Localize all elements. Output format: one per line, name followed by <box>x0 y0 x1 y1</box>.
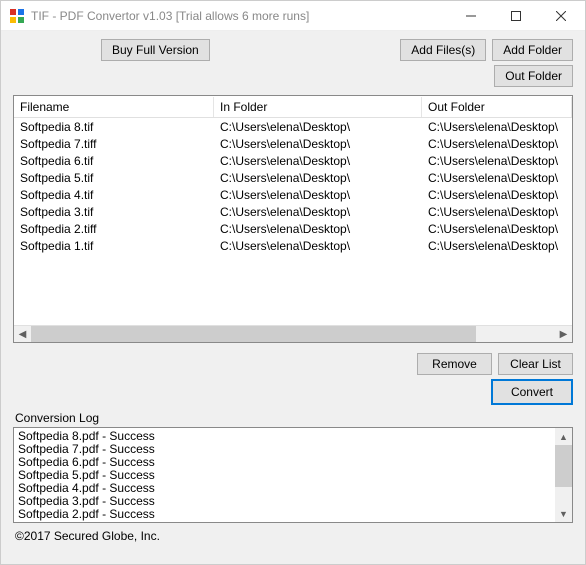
cell-filename: Softpedia 3.tif <box>14 205 214 219</box>
scroll-right-icon[interactable]: ▶ <box>555 326 572 343</box>
cell-out-folder: C:\Users\elena\Desktop\ <box>422 222 572 236</box>
cell-out-folder: C:\Users\elena\Desktop\ <box>422 205 572 219</box>
scroll-up-icon[interactable]: ▲ <box>555 428 572 445</box>
cell-out-folder: C:\Users\elena\Desktop\ <box>422 137 572 151</box>
log-line: Softpedia 2.pdf - Success <box>18 508 551 521</box>
col-filename[interactable]: Filename <box>14 97 214 117</box>
table-row[interactable]: Softpedia 6.tifC:\Users\elena\Desktop\C:… <box>14 152 572 169</box>
table-row[interactable]: Softpedia 4.tifC:\Users\elena\Desktop\C:… <box>14 186 572 203</box>
clear-list-button[interactable]: Clear List <box>498 353 573 375</box>
cell-out-folder: C:\Users\elena\Desktop\ <box>422 171 572 185</box>
cell-in-folder: C:\Users\elena\Desktop\ <box>214 120 422 134</box>
cell-in-folder: C:\Users\elena\Desktop\ <box>214 188 422 202</box>
out-folder-button[interactable]: Out Folder <box>494 65 573 87</box>
cell-in-folder: C:\Users\elena\Desktop\ <box>214 222 422 236</box>
maximize-button[interactable] <box>493 2 538 30</box>
titlebar: TIF - PDF Convertor v1.03 [Trial allows … <box>1 1 585 31</box>
col-in-folder[interactable]: In Folder <box>214 97 422 117</box>
copyright: ©2017 Secured Globe, Inc. <box>13 523 573 545</box>
cell-in-folder: C:\Users\elena\Desktop\ <box>214 171 422 185</box>
conversion-log-label: Conversion Log <box>13 411 573 425</box>
scroll-down-icon[interactable]: ▼ <box>555 505 572 522</box>
cell-out-folder: C:\Users\elena\Desktop\ <box>422 239 572 253</box>
convert-button[interactable]: Convert <box>491 379 573 405</box>
file-table: Filename In Folder Out Folder Softpedia … <box>13 95 573 343</box>
cell-in-folder: C:\Users\elena\Desktop\ <box>214 205 422 219</box>
add-folder-button[interactable]: Add Folder <box>492 39 573 61</box>
conversion-log: Softpedia 8.pdf - SuccessSoftpedia 7.pdf… <box>13 427 573 523</box>
cell-filename: Softpedia 5.tif <box>14 171 214 185</box>
log-content[interactable]: Softpedia 8.pdf - SuccessSoftpedia 7.pdf… <box>14 428 555 522</box>
scroll-thumb[interactable] <box>31 326 476 342</box>
cell-filename: Softpedia 2.tiff <box>14 222 214 236</box>
table-row[interactable]: Softpedia 3.tifC:\Users\elena\Desktop\C:… <box>14 203 572 220</box>
window-title: TIF - PDF Convertor v1.03 [Trial allows … <box>31 9 448 23</box>
cell-filename: Softpedia 4.tif <box>14 188 214 202</box>
minimize-button[interactable] <box>448 2 493 30</box>
add-files-button[interactable]: Add Files(s) <box>400 39 486 61</box>
buy-full-version-button[interactable]: Buy Full Version <box>101 39 210 61</box>
close-button[interactable] <box>538 2 583 30</box>
table-row[interactable]: Softpedia 1.tifC:\Users\elena\Desktop\C:… <box>14 237 572 254</box>
app-icon <box>9 8 25 24</box>
col-out-folder[interactable]: Out Folder <box>422 97 572 117</box>
table-row[interactable]: Softpedia 5.tifC:\Users\elena\Desktop\C:… <box>14 169 572 186</box>
cell-out-folder: C:\Users\elena\Desktop\ <box>422 188 572 202</box>
cell-filename: Softpedia 8.tif <box>14 120 214 134</box>
table-row[interactable]: Softpedia 7.tiffC:\Users\elena\Desktop\C… <box>14 135 572 152</box>
vscroll-thumb[interactable] <box>555 445 572 487</box>
scroll-track[interactable] <box>31 326 555 342</box>
table-header: Filename In Folder Out Folder <box>14 96 572 118</box>
table-row[interactable]: Softpedia 2.tiffC:\Users\elena\Desktop\C… <box>14 220 572 237</box>
cell-out-folder: C:\Users\elena\Desktop\ <box>422 154 572 168</box>
vertical-scrollbar[interactable]: ▲ ▼ <box>555 428 572 522</box>
remove-button[interactable]: Remove <box>417 353 492 375</box>
cell-out-folder: C:\Users\elena\Desktop\ <box>422 120 572 134</box>
cell-filename: Softpedia 6.tif <box>14 154 214 168</box>
scroll-left-icon[interactable]: ◀ <box>14 326 31 343</box>
cell-in-folder: C:\Users\elena\Desktop\ <box>214 154 422 168</box>
cell-in-folder: C:\Users\elena\Desktop\ <box>214 137 422 151</box>
cell-in-folder: C:\Users\elena\Desktop\ <box>214 239 422 253</box>
vscroll-track[interactable] <box>555 445 572 505</box>
horizontal-scrollbar[interactable]: ◀ ▶ <box>14 325 572 342</box>
table-body[interactable]: Softpedia 8.tifC:\Users\elena\Desktop\C:… <box>14 118 572 325</box>
cell-filename: Softpedia 7.tiff <box>14 137 214 151</box>
cell-filename: Softpedia 1.tif <box>14 239 214 253</box>
table-row[interactable]: Softpedia 8.tifC:\Users\elena\Desktop\C:… <box>14 118 572 135</box>
